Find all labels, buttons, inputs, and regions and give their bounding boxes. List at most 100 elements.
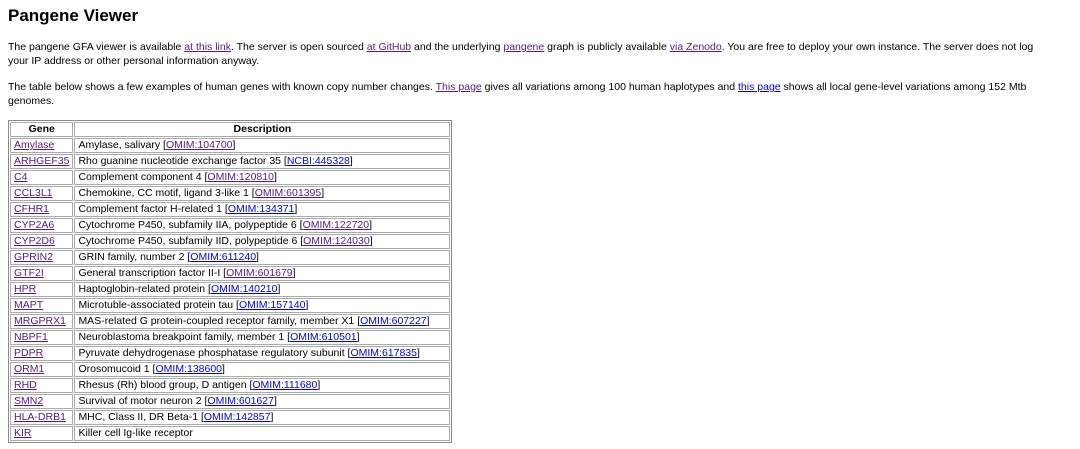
description-text: Cytochrome P450, subfamily IID, polypept… bbox=[78, 235, 304, 247]
intro-text-5: . You are free to deploy your own instan… bbox=[721, 41, 1034, 53]
description-text-suffix: ] bbox=[270, 411, 274, 423]
gene-link[interactable]: CCL3L1 bbox=[14, 187, 53, 199]
gene-cell: RHD bbox=[10, 378, 74, 393]
gene-cell: CYP2A6 bbox=[10, 218, 74, 233]
reference-link[interactable]: OMIM:601679 bbox=[226, 267, 293, 279]
gene-cell: GTF2I bbox=[10, 266, 74, 281]
gene-link[interactable]: MRGPRX1 bbox=[14, 315, 66, 327]
table-row: Amylase Amylase, salivary [OMIM:104700] bbox=[10, 138, 451, 153]
description-cell: Neuroblastoma breakpoint family, member … bbox=[74, 330, 451, 345]
reference-link[interactable]: OMIM:601627 bbox=[207, 395, 274, 407]
description-text: Cytochrome P450, subfamily IIA, polypept… bbox=[78, 219, 303, 231]
reference-link[interactable]: NCBI:445328 bbox=[287, 155, 350, 167]
github-link[interactable]: at GitHub bbox=[367, 41, 411, 53]
reference-link[interactable]: OMIM:601395 bbox=[255, 187, 322, 199]
description-cell: MHC, Class II, DR Beta-1 [OMIM:142857] bbox=[74, 410, 451, 425]
table-row: NBPF1 Neuroblastoma breakpoint family, me… bbox=[10, 330, 451, 345]
gene-link[interactable]: HPR bbox=[14, 283, 36, 295]
reference-link[interactable]: OMIM:611240 bbox=[190, 251, 256, 263]
intro-text-3: and the underlying bbox=[411, 41, 504, 53]
gene-cell: KIR bbox=[10, 426, 74, 441]
description-cell: Orosomucoid 1 [OMIM:138600] bbox=[74, 362, 451, 377]
description-cell: Cytochrome P450, subfamily IIA, polypept… bbox=[74, 218, 451, 233]
gene-link[interactable]: ARHGEF35 bbox=[14, 155, 69, 167]
viewer-link[interactable]: at this link bbox=[184, 41, 231, 53]
reference-link[interactable]: OMIM:124030 bbox=[303, 235, 370, 247]
gene-table: Gene Description Amylase Amylase, salivar… bbox=[8, 120, 453, 443]
intro-paragraph: The pangene GFA viewer is available at t… bbox=[8, 40, 1072, 68]
description-text-suffix: ] bbox=[305, 299, 309, 311]
gene-link[interactable]: NBPF1 bbox=[14, 331, 48, 343]
description-text-suffix: ] bbox=[222, 363, 225, 375]
table-row: GTF2I General transcription factor II-I [… bbox=[10, 266, 451, 281]
reference-link[interactable]: OMIM:157140 bbox=[239, 299, 306, 311]
gene-table-body: Amylase Amylase, salivary [OMIM:104700] AR… bbox=[10, 138, 451, 441]
table-row: CCL3L1 Chemokine, CC motif, ligand 3-like… bbox=[10, 186, 451, 201]
examples-text-4: genomes. bbox=[8, 95, 55, 107]
examples-text-3: shows all local gene-level variations am… bbox=[780, 81, 1027, 93]
gene-link[interactable]: CYP2D6 bbox=[14, 235, 55, 247]
gene-link[interactable]: CYP2A6 bbox=[14, 219, 54, 231]
examples-text-1: The table below shows a few examples of … bbox=[8, 81, 436, 93]
reference-link[interactable]: OMIM:120810 bbox=[207, 171, 274, 183]
description-cell: Chemokine, CC motif, ligand 3-like 1 [OM… bbox=[74, 186, 451, 201]
table-row: ARHGEF35 Rho guanine nucleotide exchange … bbox=[10, 154, 451, 169]
reference-link[interactable]: OMIM:617835 bbox=[350, 347, 417, 359]
description-text: Chemokine, CC motif, ligand 3-like 1 [ bbox=[78, 187, 255, 199]
description-cell: Rho guanine nucleotide exchange factor 3… bbox=[74, 154, 451, 169]
description-cell: Haptoglobin-related protein [OMIM:140210… bbox=[74, 282, 451, 297]
gene-link[interactable]: C4 bbox=[14, 171, 27, 183]
reference-link[interactable]: OMIM:138600 bbox=[155, 363, 222, 375]
examples-paragraph: The table below shows a few examples of … bbox=[8, 80, 1072, 108]
gene-link[interactable]: GTF2I bbox=[14, 267, 44, 279]
gene-cell: MRGPRX1 bbox=[10, 314, 74, 329]
gene-link[interactable]: KIR bbox=[14, 427, 32, 439]
gene-table-header: Gene Description bbox=[10, 122, 451, 137]
pangene-link[interactable]: pangene bbox=[503, 41, 544, 53]
reference-link[interactable]: OMIM:140210 bbox=[211, 283, 278, 295]
intro-text-4: graph is publicly available bbox=[544, 41, 670, 53]
gene-link[interactable]: CFHR1 bbox=[14, 203, 49, 215]
gene-link[interactable]: MAPT bbox=[14, 299, 43, 311]
table-row: ORM1 Orosomucoid 1 [OMIM:138600] bbox=[10, 362, 451, 377]
gene-link[interactable]: RHD bbox=[14, 379, 37, 391]
mtb-variations-link[interactable]: this page bbox=[738, 81, 781, 93]
description-text-suffix: ] bbox=[349, 155, 353, 167]
description-text-suffix: ] bbox=[369, 219, 373, 231]
reference-link[interactable]: OMIM:610501 bbox=[290, 331, 357, 343]
intro-text-2: . The server is open sourced bbox=[230, 41, 367, 53]
gene-link[interactable]: SMN2 bbox=[14, 395, 43, 407]
gene-link[interactable]: Amylase bbox=[14, 139, 54, 151]
gene-cell: SMN2 bbox=[10, 394, 74, 409]
gene-link[interactable]: HLA-DRB1 bbox=[14, 411, 66, 423]
reference-link[interactable]: OMIM:142857 bbox=[204, 411, 271, 423]
human-variations-link[interactable]: This page bbox=[436, 81, 482, 93]
reference-link[interactable]: OMIM:134371 bbox=[228, 203, 295, 215]
gene-cell: MAPT bbox=[10, 298, 74, 313]
examples-text-2: gives all variations among 100 human hap… bbox=[481, 81, 739, 93]
reference-link[interactable]: OMIM:607227 bbox=[360, 315, 427, 327]
description-text-suffix: ] bbox=[273, 171, 277, 183]
table-row: KIR Killer cell Ig-like receptor bbox=[10, 426, 451, 441]
reference-link[interactable]: OMIM:111680 bbox=[252, 379, 317, 391]
reference-link[interactable]: OMIM:122720 bbox=[303, 219, 370, 231]
gene-link[interactable]: ORM1 bbox=[14, 363, 44, 375]
reference-link[interactable]: OMIM:104700 bbox=[166, 139, 233, 151]
description-text: General transcription factor II-I [ bbox=[78, 267, 227, 279]
description-text: MAS-related G protein-coupled receptor f… bbox=[78, 315, 361, 327]
gene-link[interactable]: GPRIN2 bbox=[14, 251, 53, 263]
gene-cell: ARHGEF35 bbox=[10, 154, 74, 169]
description-text-suffix: ] bbox=[417, 347, 420, 359]
description-cell: Microtuble-associated protein tau [OMIM:… bbox=[74, 298, 451, 313]
description-text: Complement factor H-related 1 [ bbox=[78, 203, 228, 215]
zenodo-link[interactable]: via Zenodo bbox=[670, 41, 722, 53]
description-cell: General transcription factor II-I [OMIM:… bbox=[74, 266, 451, 281]
description-cell: Amylase, salivary [OMIM:104700] bbox=[74, 138, 451, 153]
description-text: Pyruvate dehydrogenase phosphatase regul… bbox=[78, 347, 351, 359]
table-row: MRGPRX1 MAS-related G protein-coupled rec… bbox=[10, 314, 451, 329]
description-text-suffix: ] bbox=[256, 251, 259, 263]
description-text: Rho guanine nucleotide exchange factor 3… bbox=[78, 155, 287, 167]
description-text: Survival of motor neuron 2 [ bbox=[78, 395, 208, 407]
gene-link[interactable]: PDPR bbox=[14, 347, 43, 359]
gene-column-header: Gene bbox=[10, 122, 74, 137]
